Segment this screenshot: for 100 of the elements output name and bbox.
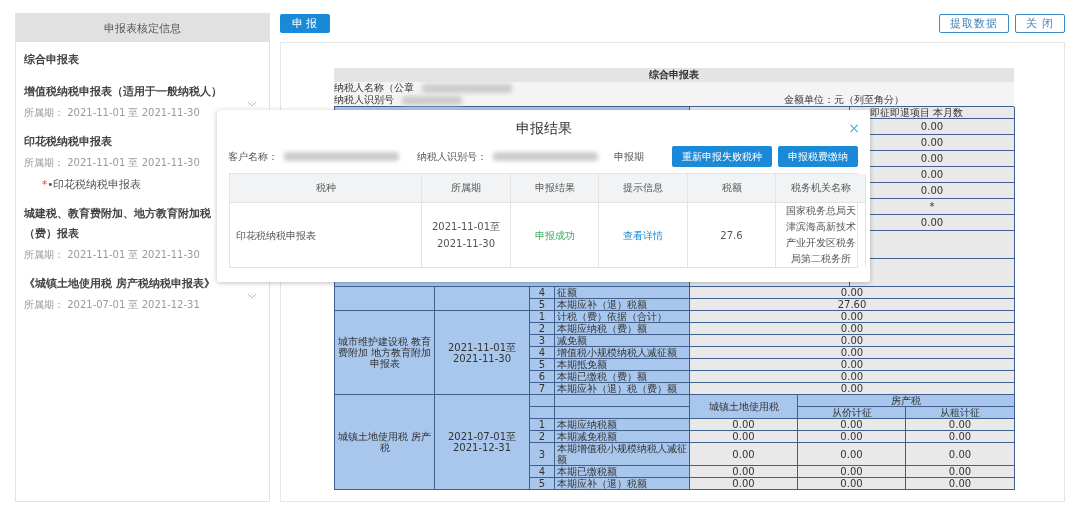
table-cell: 本期应补（退）税额 [555, 478, 690, 490]
table-cell [530, 395, 555, 407]
table-cell: 0.00 [690, 311, 1015, 323]
table-cell: 27.60 [690, 299, 1015, 311]
table-cell: 5 [530, 478, 555, 490]
action-button[interactable]: 申报税费缴纳 [778, 146, 858, 167]
table-cell: 城镇土地使用税 房产税 [335, 395, 435, 490]
table-cell: 7 [530, 383, 555, 395]
field-label: 纳税人识别号： [417, 149, 487, 164]
table-cell: 0.00 [690, 383, 1015, 395]
table-cell: 5 [530, 359, 555, 371]
table-cell: 增值税小规模纳税人减征额 [555, 347, 690, 359]
column-header: 即征即退项目 本月数 [850, 107, 1015, 119]
column-header: 所属期 [422, 174, 511, 202]
sidebar-title: 申报表核定信息 [16, 14, 269, 42]
table-cell: 0.00 [690, 443, 798, 466]
table-cell: 0.00 [690, 287, 1015, 299]
table-cell: 0.00 [690, 347, 1015, 359]
period-text: 所属期： 2021-07-01 至 2021-12-31 [24, 298, 200, 312]
table-cell: 本期已缴税额 [555, 466, 690, 478]
table-cell: 0.00 [690, 431, 798, 443]
table-cell: 减免额 [555, 335, 690, 347]
table-cell: 0.00 [690, 478, 798, 490]
dialog-title: 申报结果 [515, 120, 572, 138]
sidebar-item[interactable]: 《城镇土地使用税 房产税纳税申报表》 [24, 274, 261, 294]
table-cell: 国家税务总局天津滨海高新技术产业开发区税务局第二税务所 [776, 202, 866, 267]
table-cell: 0.00 [906, 478, 1015, 490]
table-cell: 本期应纳税额 [555, 419, 690, 431]
sidebar-item[interactable]: 综合申报表 [24, 50, 261, 70]
table-cell: 4 [530, 347, 555, 359]
table-cell: 0.00 [690, 323, 1015, 335]
table-cell: 0.00 [798, 419, 906, 431]
sidebar-subitem[interactable]: *•印花税纳税申报表 [24, 178, 142, 192]
status-text: 申报成功 [511, 202, 599, 267]
table-cell: 1 [530, 419, 555, 431]
table-cell: 4 [530, 466, 555, 478]
toolbar-button[interactable]: 提取数据 [938, 13, 1009, 33]
table-cell: 本期应补（退）税（费）额 [555, 383, 690, 395]
table-cell: 本期应补（退）税额 [555, 299, 690, 311]
table-cell: 3 [530, 443, 555, 466]
table-cell: 0.00 [798, 478, 906, 490]
table-cell: 0.00 [690, 466, 798, 478]
table-cell: 本期减免税额 [555, 431, 690, 443]
table-cell: 0.00 [690, 359, 1015, 371]
table-cell: 2021-11-01至 2021-11-30 [422, 202, 511, 267]
table-cell: 城市维护建设税 教育费附加 地方教育附加申报表 [335, 311, 435, 395]
table-cell: 0.00 [906, 466, 1015, 478]
table-cell: 0.00 [798, 466, 906, 478]
table-cell: 1 [530, 311, 555, 323]
table-cell: 5 [530, 299, 555, 311]
table-cell: 2021-07-01至 2021-12-31 [435, 395, 530, 490]
blurred-text [402, 95, 462, 105]
table-cell: 0.00 [906, 443, 1015, 466]
table-cell: 0.00 [906, 431, 1015, 443]
table-cell: 0.00 [690, 371, 1015, 383]
chevron-down-icon[interactable] [247, 293, 257, 299]
info-label: 纳税人识别号 [334, 93, 394, 107]
table-cell: 6 [530, 371, 555, 383]
period-text: 所属期： 2021-11-01 至 2021-11-30 [24, 106, 200, 120]
table-cell: 本期抵免额 [555, 359, 690, 371]
table-cell: 4 [530, 287, 555, 299]
column-header: 提示信息 [599, 174, 688, 202]
table-cell: 0.00 [798, 431, 906, 443]
table-cell: 2021-11-01至 2021-11-30 [435, 311, 530, 395]
action-button[interactable]: 重新申报失败税种 [672, 146, 772, 167]
field-label: 客户名称： [228, 149, 278, 164]
column-header: 从价计征 [798, 407, 906, 419]
close-button[interactable]: × [848, 120, 860, 136]
column-header: 税种 [230, 174, 422, 202]
unit-text: 金额单位：元（列至角分） [784, 93, 904, 107]
declare-button[interactable]: 申 报 [280, 13, 330, 33]
table-cell: 27.6 [688, 202, 776, 267]
table-cell: 0.00 [690, 419, 798, 431]
chevron-down-icon[interactable] [247, 101, 257, 107]
table-cell: 印花税纳税申报表 [230, 202, 422, 267]
table-cell: 2 [530, 431, 555, 443]
table-cell: 0.00 [798, 443, 906, 466]
table-cell: 本期增值税小规模纳税人减征额 [555, 443, 690, 466]
table-cell: 征额 [555, 287, 690, 299]
table-cell: 计税（费）依据（合计） [555, 311, 690, 323]
report-title: 综合申报表 [334, 68, 1014, 82]
details-link[interactable]: 查看详情 [623, 226, 663, 244]
table-cell: 本期已缴税（费）额 [555, 371, 690, 383]
table-cell: 本期应纳税（费）额 [555, 323, 690, 335]
column-header: 税务机关名称 [776, 174, 866, 202]
period-text: 所属期： 2021-11-01 至 2021-11-30 [24, 156, 200, 170]
column-header: 税额 [688, 174, 776, 202]
table-cell: 3 [530, 335, 555, 347]
column-header: 房产税 [798, 395, 1015, 407]
table-cell: 0.00 [906, 419, 1015, 431]
toolbar-button[interactable]: 关 闭 [1014, 13, 1065, 33]
table-cell: 0.00 [690, 335, 1015, 347]
field-label: 申报期 [614, 149, 644, 164]
column-header: 从租计征 [906, 407, 1015, 419]
column-header: 申报结果 [511, 174, 599, 202]
table-cell: 2 [530, 323, 555, 335]
info-label: 纳税人名称（公章 [334, 81, 414, 95]
period-text: 所属期： 2021-11-01 至 2021-11-30 [24, 248, 200, 262]
sidebar-item[interactable]: 增值税纳税申报表（适用于一般纳税人） [24, 82, 261, 102]
column-header: 城镇土地使用税 [690, 395, 798, 419]
